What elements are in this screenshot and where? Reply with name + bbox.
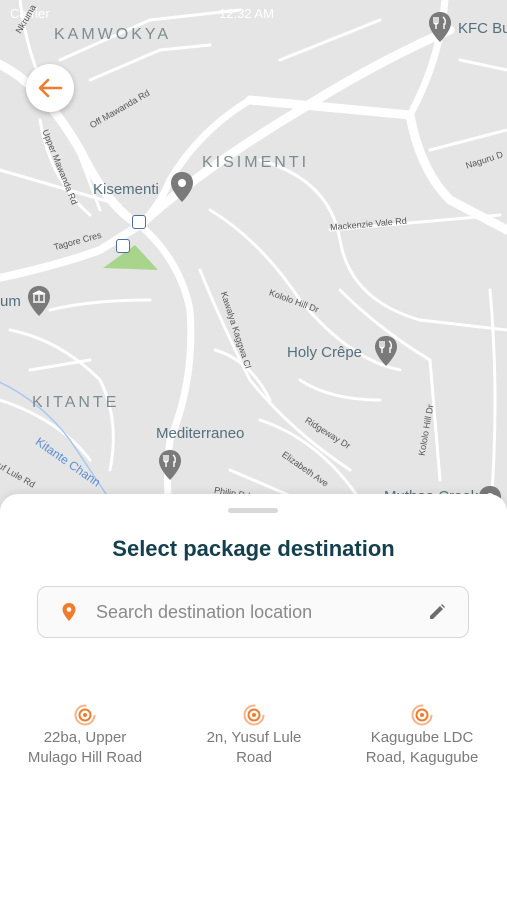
area-label-kisimenti: KISIMENTI xyxy=(202,154,310,171)
poi-label-holy-crepe[interactable]: Holy Crêpe xyxy=(287,344,362,361)
recent-location-icon xyxy=(243,704,265,726)
poi-label-mediterraneo[interactable]: Mediterraneo xyxy=(156,425,244,442)
drag-handle[interactable] xyxy=(228,508,278,513)
map-roads xyxy=(0,0,507,520)
sheet-title: Select package destination xyxy=(112,536,395,561)
destination-search-field[interactable] xyxy=(37,586,469,638)
status-time: 12:32 AM xyxy=(219,6,274,21)
recent-destination-item[interactable]: 2n, Yusuf Lule Road xyxy=(184,704,324,768)
recent-destination-line1: 22ba, Upper xyxy=(43,729,127,746)
poi-label-museum[interactable]: um xyxy=(0,293,21,310)
recent-destination-line2: Road xyxy=(236,749,272,766)
recent-destination-item[interactable]: Kagugube LDC Road, Kagugube xyxy=(352,704,492,768)
map-view[interactable]: Carrier 12:32 AM KAMWOKYA KISIMENTI KITA… xyxy=(0,0,507,520)
recent-destination-line2: Road, Kagugube xyxy=(365,749,479,766)
recent-destination-item[interactable]: 22ba, Upper Mulago Hill Road xyxy=(15,704,155,768)
area-label-kitante: KITANTE xyxy=(32,394,120,411)
restaurant-pin-icon[interactable] xyxy=(428,12,452,42)
museum-pin-icon[interactable] xyxy=(27,286,51,316)
search-input[interactable] xyxy=(94,600,428,624)
recent-destination-line1: 2n, Yusuf Lule xyxy=(206,729,302,746)
bus-stop-icon[interactable] xyxy=(116,239,130,253)
edit-pencil-icon[interactable] xyxy=(428,603,446,621)
poi-label-kisementi[interactable]: Kisementi xyxy=(93,181,159,198)
recent-destination-line1: Kagugube LDC xyxy=(370,729,474,746)
recent-location-icon xyxy=(74,704,96,726)
bus-stop-icon[interactable] xyxy=(132,215,146,229)
recent-destination-line2: Mulago Hill Road xyxy=(27,749,143,766)
location-marker-icon xyxy=(62,603,76,621)
area-label-kamwokya: KAMWOKYA xyxy=(54,26,172,43)
location-pin-icon[interactable] xyxy=(170,172,194,202)
restaurant-pin-icon[interactable] xyxy=(374,336,398,366)
back-button[interactable] xyxy=(26,64,74,112)
restaurant-pin-icon[interactable] xyxy=(158,450,182,480)
recent-location-icon xyxy=(411,704,433,726)
poi-label-kfc[interactable]: KFC Bu xyxy=(458,20,507,37)
arrow-left-icon xyxy=(38,78,63,98)
destination-bottom-sheet: Select package destination 22ba, Upper M… xyxy=(0,494,507,900)
